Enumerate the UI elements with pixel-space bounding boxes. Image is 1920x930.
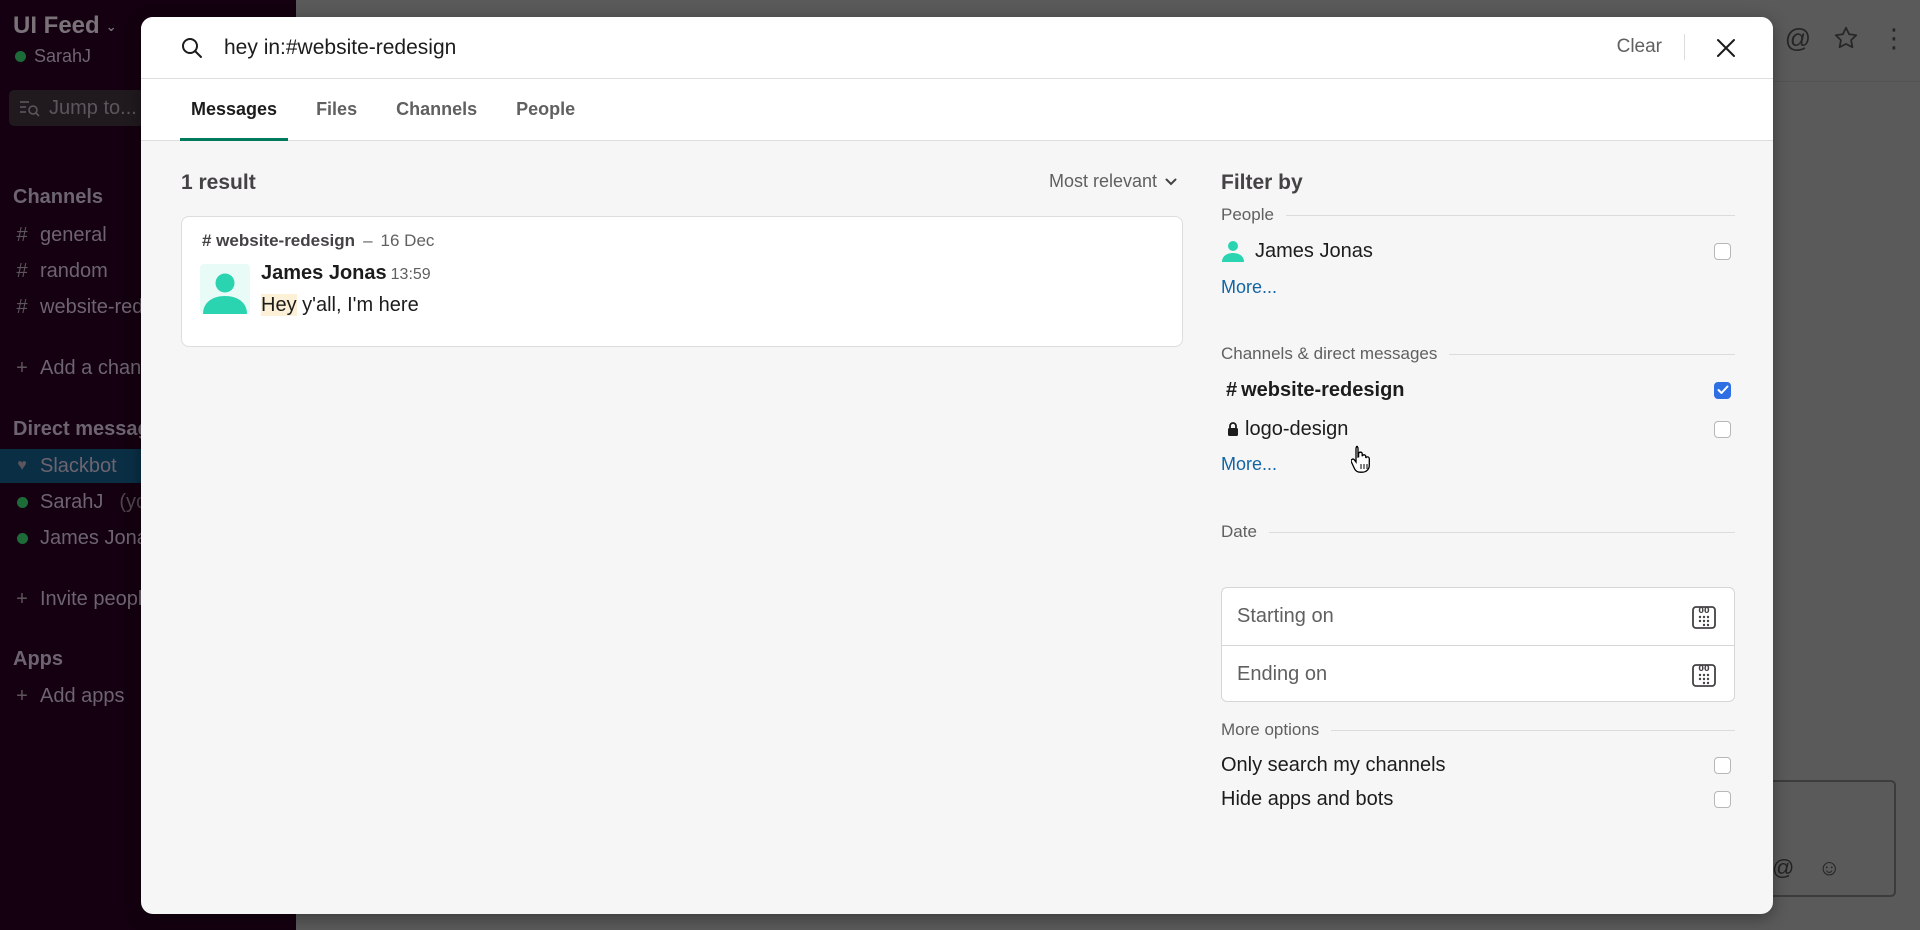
jump-to-icon	[20, 101, 40, 117]
more-options-label: More options	[1221, 720, 1320, 739]
option-label: Hide apps and bots	[1221, 787, 1394, 810]
add-apps-label: Add apps	[40, 684, 125, 707]
lock-icon	[1228, 422, 1238, 436]
calendar-icon[interactable]: 00	[1690, 602, 1718, 630]
start-date-placeholder: Starting on	[1237, 605, 1334, 627]
clear-button[interactable]: Clear	[1617, 36, 1662, 58]
tab-messages[interactable]: Messages	[180, 79, 289, 141]
result-count: 1 result	[181, 171, 256, 194]
hash-icon: #	[16, 295, 28, 318]
search-result[interactable]: # website-redesign –16 Dec James Jonas 13:…	[181, 216, 1183, 347]
sort-dropdown[interactable]: Most relevant	[1049, 171, 1177, 192]
checkmark-icon	[1717, 385, 1728, 394]
mentions-icon[interactable]: @	[1784, 23, 1812, 53]
current-user: SarahJ	[15, 46, 91, 67]
start-date-input[interactable]: Starting on 00	[1222, 588, 1734, 645]
people-heading-label: People	[1221, 205, 1274, 224]
tab-files[interactable]: Files	[305, 79, 368, 140]
emoji-icon[interactable]: ☺	[1818, 855, 1840, 881]
channel-checkbox[interactable]	[1714, 420, 1731, 438]
result-channel[interactable]: # website-redesign	[202, 231, 355, 250]
close-icon	[1717, 39, 1735, 57]
workspace-menu[interactable]: UI Feed ⌄	[13, 12, 117, 40]
search-bar: Clear	[141, 17, 1773, 79]
end-date-input[interactable]: Ending on 00	[1222, 645, 1734, 702]
close-button[interactable]	[1709, 31, 1743, 65]
end-date-placeholder: Ending on	[1237, 662, 1328, 685]
search-input[interactable]	[224, 30, 1324, 66]
presence-dot-icon	[14, 527, 30, 550]
date-filter-heading: Date	[1221, 522, 1735, 542]
channel-label: random	[40, 259, 108, 282]
jump-to-label: Jump to...	[49, 96, 137, 119]
result-author: James Jonas 13:59	[261, 262, 431, 285]
channels-filter-heading: Channels & direct messages	[1221, 344, 1735, 364]
chevron-down-icon	[1165, 178, 1177, 185]
search-tabs: Messages Files Channels People	[141, 79, 1773, 141]
hash-icon: #	[16, 223, 28, 246]
date-heading-label: Date	[1221, 522, 1257, 541]
more-vertical-icon[interactable]: ⋮	[1880, 23, 1908, 53]
avatar[interactable]	[200, 264, 250, 314]
invite-label: Invite people	[40, 587, 154, 610]
channels-more-link[interactable]: More...	[1221, 454, 1277, 475]
current-user-name: SarahJ	[34, 46, 92, 66]
tab-people[interactable]: People	[505, 79, 586, 140]
channel-filter-logo-design[interactable]: logo-design	[1221, 413, 1735, 445]
presence-dot-icon	[14, 491, 30, 514]
plus-icon: +	[16, 356, 28, 379]
people-filter-james-jonas[interactable]: James Jonas	[1221, 235, 1735, 267]
option-checkbox[interactable]	[1714, 756, 1731, 774]
svg-text:00: 00	[1698, 664, 1710, 673]
channels-heading-label: Channels & direct messages	[1221, 344, 1438, 363]
option-hide-apps-bots[interactable]: Hide apps and bots	[1221, 784, 1735, 814]
user-avatar-icon	[203, 273, 247, 314]
mention-icon[interactable]: @	[1772, 855, 1794, 881]
search-icon	[182, 38, 202, 58]
star-icon[interactable]	[1832, 24, 1860, 52]
people-filter-heading: People	[1221, 205, 1735, 225]
more-options-heading: More options	[1221, 720, 1735, 740]
user-icon	[1222, 241, 1244, 262]
filter-title: Filter by	[1221, 171, 1303, 194]
channel-label: general	[40, 223, 107, 246]
message-time[interactable]: 13:59	[391, 266, 431, 283]
option-label: Only search my channels	[1221, 753, 1446, 776]
result-meta: # website-redesign –16 Dec	[202, 231, 434, 251]
calendar-icon[interactable]: 00	[1690, 660, 1718, 688]
chevron-down-icon: ⌄	[105, 18, 117, 34]
plus-icon: +	[16, 587, 28, 610]
result-date: 16 Dec	[380, 231, 435, 250]
channel-name: logo-design	[1245, 417, 1349, 440]
people-more-link[interactable]: More...	[1221, 277, 1277, 298]
message-text: Hey y'all, I'm here	[261, 294, 419, 317]
presence-dot-icon	[15, 51, 26, 62]
sort-label: Most relevant	[1048, 171, 1157, 191]
option-checkbox[interactable]	[1714, 790, 1731, 808]
channel-name: website-redesign	[1241, 378, 1405, 401]
divider	[1684, 34, 1685, 60]
search-highlight: Hey	[261, 294, 297, 316]
apps-heading[interactable]: Apps	[13, 648, 63, 671]
meta-separator: –	[363, 231, 373, 250]
message-body: y'all, I'm here	[296, 294, 419, 316]
workspace-name: UI Feed	[13, 12, 100, 39]
hash-icon: #	[16, 259, 28, 282]
channel-filter-website-redesign[interactable]: # website-redesign	[1221, 374, 1735, 406]
svg-text:00: 00	[1698, 606, 1710, 615]
plus-icon: +	[16, 684, 28, 707]
channels-heading[interactable]: Channels	[13, 186, 103, 209]
date-range-picker: Starting on 00 Ending on 00	[1221, 587, 1735, 702]
search-modal: Clear Messages Files Channels People 1 r…	[141, 17, 1773, 914]
author-name[interactable]: James Jonas	[261, 262, 387, 284]
option-only-my-channels[interactable]: Only search my channels	[1221, 750, 1735, 780]
tab-channels[interactable]: Channels	[385, 79, 488, 140]
channel-checkbox-checked[interactable]	[1714, 381, 1731, 399]
people-checkbox[interactable]	[1714, 242, 1731, 260]
dm-label: Slackbot	[40, 454, 117, 477]
heart-icon: ♥	[17, 457, 27, 474]
person-name: James Jonas	[1255, 239, 1373, 262]
hash-icon: #	[1226, 378, 1238, 401]
dm-label: SarahJ	[40, 490, 104, 513]
